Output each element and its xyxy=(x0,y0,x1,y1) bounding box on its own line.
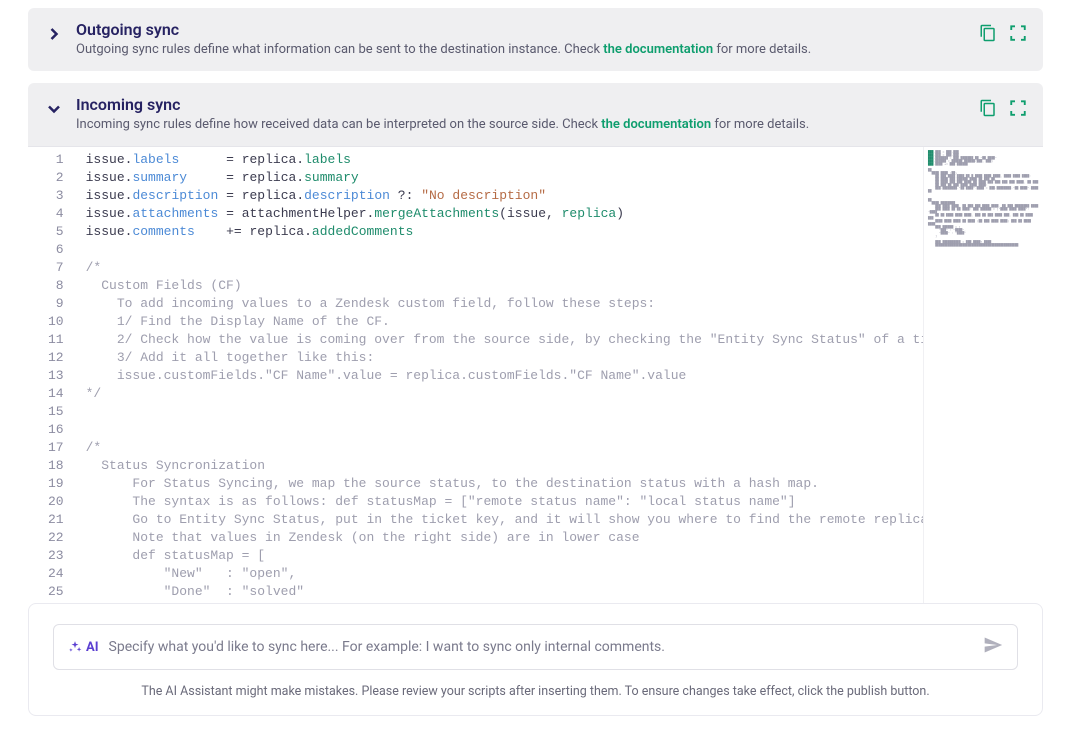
code-line[interactable]: To add incoming values to a Zendesk cust… xyxy=(78,295,923,313)
line-number: 3 xyxy=(28,187,78,205)
code-line[interactable] xyxy=(78,403,923,421)
chevron-right-icon[interactable] xyxy=(44,24,64,44)
line-number: 4 xyxy=(28,205,78,223)
code-line[interactable]: issue.summary = replica.summary xyxy=(78,169,923,187)
line-number: 25 xyxy=(28,583,78,601)
code-line[interactable]: issue.attachments = attachmentHelper.mer… xyxy=(78,205,923,223)
code-line[interactable]: issue.labels = replica.labels xyxy=(78,151,923,169)
code-line[interactable] xyxy=(78,421,923,439)
code-line[interactable]: /* xyxy=(78,439,923,457)
text: Incoming sync rules define how received … xyxy=(76,117,601,132)
code-editor[interactable]: 1234567891011121314151617181920212223242… xyxy=(28,146,1043,603)
line-number: 20 xyxy=(28,493,78,511)
ai-input-placeholder[interactable]: Specify what you'd like to sync here... … xyxy=(109,639,973,655)
code-line[interactable]: Custom Fields (CF) xyxy=(78,277,923,295)
outgoing-doc-link[interactable]: the documentation xyxy=(603,42,713,57)
code-line[interactable]: def statusMap = [ xyxy=(78,547,923,565)
line-number: 9 xyxy=(28,295,78,313)
code-line[interactable]: issue.customFields."CF Name".value = rep… xyxy=(78,367,923,385)
ai-disclaimer: The AI Assistant might make mistakes. Pl… xyxy=(53,684,1018,699)
code-line[interactable]: For Status Syncing, we map the source st… xyxy=(78,475,923,493)
send-icon[interactable] xyxy=(983,635,1003,659)
line-number: 19 xyxy=(28,475,78,493)
code-content[interactable]: issue.labels = replica.labelsissue.summa… xyxy=(78,147,923,603)
line-number: 1 xyxy=(28,151,78,169)
line-number: 6 xyxy=(28,241,78,259)
line-number: 13 xyxy=(28,367,78,385)
code-line[interactable]: /* xyxy=(78,259,923,277)
line-number: 15 xyxy=(28,403,78,421)
line-gutter: 1234567891011121314151617181920212223242… xyxy=(28,147,78,603)
line-number: 8 xyxy=(28,277,78,295)
text: for more details. xyxy=(713,42,811,57)
chevron-down-icon[interactable] xyxy=(44,99,64,119)
code-line[interactable]: "New" : "open", xyxy=(78,565,923,583)
line-number: 23 xyxy=(28,547,78,565)
code-line[interactable]: Status Syncronization xyxy=(78,457,923,475)
line-number: 2 xyxy=(28,169,78,187)
sparkle-icon xyxy=(68,640,82,654)
outgoing-desc: Outgoing sync rules define what informat… xyxy=(76,41,967,59)
code-line[interactable]: The syntax is as follows: def statusMap … xyxy=(78,493,923,511)
copy-icon[interactable] xyxy=(979,99,997,121)
code-line[interactable]: 2/ Check how the value is coming over fr… xyxy=(78,331,923,349)
line-number: 22 xyxy=(28,529,78,547)
line-number: 21 xyxy=(28,511,78,529)
ai-assistant-panel: AI Specify what you'd like to sync here.… xyxy=(28,603,1043,716)
line-number: 14 xyxy=(28,385,78,403)
line-number: 17 xyxy=(28,439,78,457)
line-number: 12 xyxy=(28,349,78,367)
outgoing-sync-panel: Outgoing sync Outgoing sync rules define… xyxy=(28,8,1043,71)
code-line[interactable] xyxy=(78,241,923,259)
code-line[interactable]: Note that values in Zendesk (on the righ… xyxy=(78,529,923,547)
ai-input-row[interactable]: AI Specify what you'd like to sync here.… xyxy=(53,624,1018,670)
ai-badge: AI xyxy=(68,640,99,655)
line-number: 18 xyxy=(28,457,78,475)
incoming-doc-link[interactable]: the documentation xyxy=(601,117,711,132)
code-line[interactable]: 1/ Find the Display Name of the CF. xyxy=(78,313,923,331)
copy-icon[interactable] xyxy=(979,24,997,46)
line-number: 16 xyxy=(28,421,78,439)
code-line[interactable]: issue.comments += replica.addedComments xyxy=(78,223,923,241)
line-number: 24 xyxy=(28,565,78,583)
line-number: 11 xyxy=(28,331,78,349)
code-line[interactable]: Go to Entity Sync Status, put in the tic… xyxy=(78,511,923,529)
line-number: 5 xyxy=(28,223,78,241)
incoming-title: Incoming sync xyxy=(76,95,967,114)
incoming-desc: Incoming sync rules define how received … xyxy=(76,116,967,134)
code-line[interactable]: */ xyxy=(78,385,923,403)
code-line[interactable]: 3/ Add it all together like this: xyxy=(78,349,923,367)
text: Outgoing sync rules define what informat… xyxy=(76,42,603,57)
ai-label: AI xyxy=(86,640,99,655)
code-line[interactable]: "Done" : "solved" xyxy=(78,583,923,601)
fullscreen-icon[interactable] xyxy=(1009,24,1027,46)
incoming-sync-panel: Incoming sync Incoming sync rules define… xyxy=(28,83,1043,146)
code-line[interactable]: issue.description = replica.description … xyxy=(78,187,923,205)
line-number: 10 xyxy=(28,313,78,331)
outgoing-title: Outgoing sync xyxy=(76,20,967,39)
fullscreen-icon[interactable] xyxy=(1009,99,1027,121)
text: for more details. xyxy=(711,117,809,132)
line-number: 7 xyxy=(28,259,78,277)
minimap[interactable]: ███.███ = ███.██████.███ = ███.██████.██… xyxy=(923,147,1043,603)
